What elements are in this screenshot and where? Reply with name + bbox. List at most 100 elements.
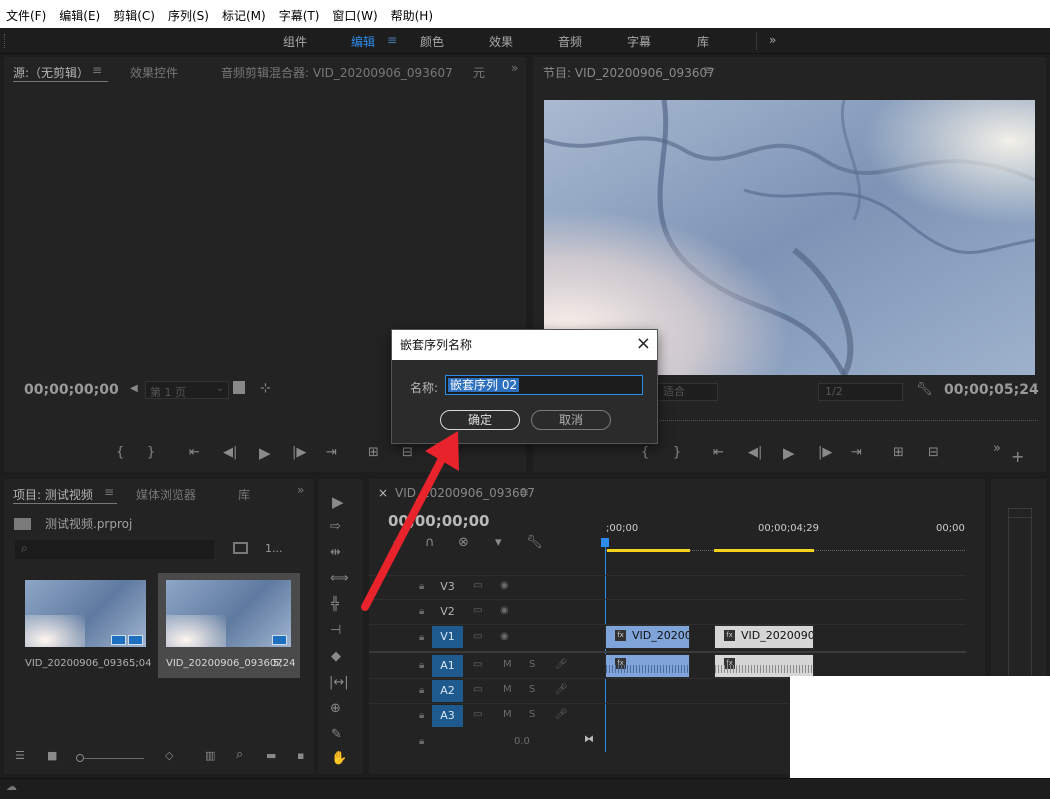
step-back-icon[interactable]: ◀|	[223, 445, 237, 460]
automate-icon[interactable]: ▥	[205, 749, 215, 762]
rolling-edit-tool-icon[interactable]: ⟺	[330, 571, 349, 586]
tab-menu-icon[interactable]: ≡	[92, 63, 102, 77]
audio-clip[interactable]: fx	[605, 654, 690, 678]
zoom-slider-handle[interactable]	[76, 754, 84, 762]
audio-clip-selected[interactable]: fx	[714, 654, 814, 678]
workspace-assembly[interactable]: 组件	[283, 33, 307, 50]
name-field[interactable]: 嵌套序列 02	[445, 375, 643, 395]
workspace-color[interactable]: 颜色	[420, 33, 444, 50]
solo-icon[interactable]: S	[529, 709, 535, 720]
menu-edit[interactable]: 编辑(E)	[59, 7, 100, 24]
tab-project[interactable]: 项目: 测试视频	[13, 486, 93, 503]
lift-icon[interactable]: ⊞	[893, 445, 904, 460]
workspace-libraries[interactable]: 库	[697, 33, 709, 50]
slip-tool-icon[interactable]: ⊣	[330, 623, 341, 638]
track-a1[interactable]: A1	[432, 655, 463, 677]
mark-in-icon[interactable]: {	[641, 445, 649, 460]
list-view-icon[interactable]: ☰	[15, 749, 25, 762]
tab-program[interactable]: 节目: VID_20200906_093607	[543, 64, 715, 81]
solo-icon[interactable]: S	[529, 684, 535, 695]
step-forward-icon[interactable]: |▶	[818, 445, 832, 460]
mark-in-icon[interactable]: {	[116, 445, 124, 460]
menu-clip[interactable]: 剪辑(C)	[113, 7, 155, 24]
pen-tool-icon[interactable]: ✎	[331, 727, 342, 742]
tab-libraries[interactable]: 库	[238, 486, 250, 503]
find-bin-icon[interactable]	[233, 542, 248, 554]
go-to-out-icon[interactable]: ⇥	[326, 445, 337, 460]
play-icon[interactable]: ▶	[259, 444, 271, 462]
page-select[interactable]: 第 1 页 ⌄	[145, 381, 229, 399]
resolution-select[interactable]: 1/2	[818, 383, 903, 401]
cancel-button[interactable]: 取消	[531, 410, 611, 430]
zoom-slider[interactable]	[84, 758, 144, 759]
lock-icon[interactable]: 🔒︎	[419, 660, 424, 671]
track-v1[interactable]: V1	[432, 626, 463, 648]
playhead-handle[interactable]	[601, 538, 609, 547]
grip-handle[interactable]	[4, 34, 6, 48]
track-select-tool-icon[interactable]: ⇨	[330, 519, 341, 534]
eye-icon[interactable]: ◉	[500, 580, 509, 591]
workspace-effects[interactable]: 效果	[489, 33, 513, 50]
source-timecode[interactable]: 00;00;00;00	[24, 382, 119, 398]
slide-tool-icon[interactable]: |↔|	[329, 675, 349, 690]
track-a3[interactable]: A3	[432, 705, 463, 727]
hand-tool-icon[interactable]: ✋	[331, 751, 347, 766]
ripple-edit-tool-icon[interactable]: ⇹	[330, 545, 341, 560]
eye-icon[interactable]: ◉	[500, 605, 509, 616]
tab-audio-clip-mixer[interactable]: 音频剪辑混合器: VID_20200906_093607	[221, 64, 453, 81]
mic-icon[interactable]: 🎤︎	[555, 709, 568, 720]
add-button-icon[interactable]: +	[1011, 447, 1024, 466]
panel-overflow-icon[interactable]: »	[511, 61, 518, 75]
solo-icon[interactable]: S	[529, 659, 535, 670]
sort-icon[interactable]: ◇	[165, 749, 173, 762]
panel-overflow-icon[interactable]: »	[297, 483, 304, 497]
playhead-line[interactable]	[605, 547, 606, 752]
overflow-chevron-icon[interactable]: »	[769, 33, 776, 47]
sync-lock-icon[interactable]: ▭	[473, 659, 482, 670]
settings-icon[interactable]: ⊹	[260, 381, 271, 396]
project-item-selected[interactable]: VID_20200906_093607 5;24	[158, 573, 300, 678]
video-clip[interactable]: fx VID_20200	[605, 625, 690, 649]
rate-stretch-tool-icon[interactable]: ╬	[331, 597, 339, 612]
mark-out-icon[interactable]: }	[147, 445, 155, 460]
workspace-editing[interactable]: 编辑	[351, 33, 375, 50]
menu-sequence[interactable]: 序列(S)	[168, 7, 209, 24]
lock-icon[interactable]: 🔒︎	[419, 710, 424, 721]
step-back-icon[interactable]: ◀|	[748, 445, 762, 460]
razor-tool-icon[interactable]: ◆	[331, 649, 341, 664]
program-timecode[interactable]: 00;00;05;24	[944, 382, 1039, 398]
sync-lock-icon[interactable]: ▭	[473, 631, 482, 642]
sync-status-icon[interactable]: ☁	[6, 780, 17, 793]
panel-overflow-icon[interactable]: »	[993, 441, 1001, 456]
sync-lock-icon[interactable]: ▭	[473, 709, 482, 720]
menu-file[interactable]: 文件(F)	[6, 7, 46, 24]
lock-icon[interactable]: 🔒︎	[419, 632, 424, 643]
mute-icon[interactable]: M	[503, 659, 512, 670]
selection-tool-icon[interactable]: ▶	[332, 493, 344, 511]
mic-icon[interactable]: 🎤︎	[555, 659, 568, 670]
mute-icon[interactable]: M	[503, 709, 512, 720]
tab-effect-controls[interactable]: 效果控件	[130, 64, 178, 81]
program-ruler[interactable]	[653, 413, 1038, 421]
go-to-out-icon[interactable]: ⇥	[851, 445, 862, 460]
mute-icon[interactable]: M	[503, 684, 512, 695]
menu-help[interactable]: 帮助(H)	[391, 7, 433, 24]
video-clip-selected[interactable]: fx VID_20200906	[714, 625, 814, 649]
menu-title[interactable]: 字幕(T)	[279, 7, 320, 24]
add-marker-icon[interactable]: ▾	[495, 535, 502, 550]
workspace-titles[interactable]: 字幕	[627, 33, 651, 50]
lock-icon[interactable]: 🔒︎	[419, 685, 424, 696]
menu-window[interactable]: 窗口(W)	[332, 7, 377, 24]
play-icon[interactable]: ▶	[783, 444, 795, 462]
project-item[interactable]: VID_20200906_0936... 5;04	[17, 573, 157, 678]
menu-marker[interactable]: 标记(M)	[222, 7, 266, 24]
export-frame-icon[interactable]	[233, 381, 245, 394]
tab-menu-icon[interactable]: ≡	[104, 485, 114, 499]
go-to-in-icon[interactable]: ⇤	[189, 445, 200, 460]
step-forward-icon[interactable]: |▶	[292, 445, 306, 460]
timeline-settings-icon[interactable]: 🔧︎	[526, 535, 543, 550]
work-area-bar[interactable]	[714, 549, 814, 552]
pen-extend-icon[interactable]: ⊕	[330, 701, 341, 716]
tab-metadata[interactable]: 元	[473, 64, 485, 81]
find-icon[interactable]: ⌕	[236, 747, 243, 762]
